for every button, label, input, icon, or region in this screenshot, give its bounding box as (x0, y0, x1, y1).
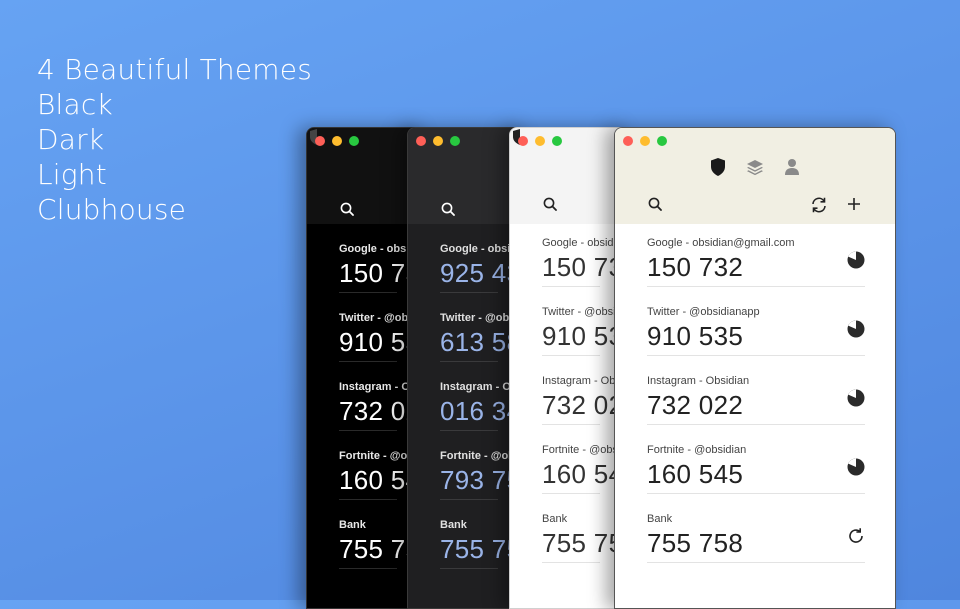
zoom-window-button[interactable] (552, 136, 562, 146)
account-label: Bank (440, 519, 467, 531)
token-entry[interactable]: Instagram - Ob 732 02 (339, 362, 420, 431)
account-label: Twitter - @obsidianapp (647, 306, 760, 318)
token-entry[interactable]: Instagram - Obs 732 02 (542, 356, 623, 425)
token-entry[interactable]: Twitter - @obsi 910 53 (339, 293, 420, 362)
otp-code: 732 022 (647, 390, 744, 420)
traffic-lights (518, 136, 562, 146)
token-entry[interactable]: Twitter - @obsi 910 53 (542, 287, 623, 356)
divider (647, 562, 865, 563)
zoom-window-button[interactable] (349, 136, 359, 146)
token-entry[interactable]: Bank 755 75 (339, 500, 420, 569)
zoom-window-button[interactable] (657, 136, 667, 146)
account-label: Google - obsidian@gmail.com (647, 237, 795, 249)
token-entry[interactable]: Google - obsidi 925 43 (440, 224, 521, 293)
headline-theme-black: Black (37, 88, 113, 121)
token-entry[interactable]: Twitter - @obsidianapp 910 535 (647, 287, 865, 356)
token-list: Google - obsidian@gmail.com 150 732 Twit… (615, 224, 895, 608)
otp-code: 160 54 (542, 459, 624, 489)
zoom-window-button[interactable] (450, 136, 460, 146)
account-label: Bank (542, 513, 568, 525)
minimize-window-button[interactable] (332, 136, 342, 146)
minimize-window-button[interactable] (433, 136, 443, 146)
search-icon[interactable] (543, 197, 557, 211)
refresh-icon[interactable] (847, 527, 865, 545)
search-icon[interactable] (340, 202, 354, 216)
otp-code: 160 545 (647, 459, 744, 489)
account-label: Twitter - @obsi (542, 306, 616, 318)
traffic-lights (315, 136, 359, 146)
account-label: Bank (647, 513, 673, 525)
token-entry[interactable]: Fortnite - @obsidian 160 545 (647, 425, 865, 494)
user-icon[interactable] (784, 158, 800, 176)
otp-code: 150 73 (542, 252, 624, 282)
shield-icon[interactable] (709, 157, 727, 177)
token-entry[interactable]: Google - obsidian@gmail.com 150 732 (647, 218, 865, 287)
account-label: Fortnite - @ob (440, 450, 515, 462)
headline-theme-dark: Dark (37, 123, 105, 156)
account-label: Fortnite - @ob (339, 450, 414, 462)
otp-code: 755 75 (542, 528, 624, 558)
otp-code: 910 53 (542, 321, 624, 351)
otp-code: 755 758 (647, 528, 744, 558)
headline-list: 4 Beautiful Themes Black Dark Light Club… (37, 52, 312, 227)
traffic-lights (623, 136, 667, 146)
token-entry[interactable]: Google - obsidia 150 73 (542, 218, 623, 287)
account-label: Twitter - @ob (440, 312, 510, 324)
close-window-button[interactable] (518, 136, 528, 146)
token-entry[interactable]: Bank 755 758 (647, 494, 865, 563)
otp-code: 910 535 (647, 321, 744, 351)
token-entry[interactable]: Twitter - @ob 613 58 (440, 293, 521, 362)
plus-icon[interactable] (846, 196, 862, 212)
close-window-button[interactable] (416, 136, 426, 146)
divider (339, 568, 397, 569)
account-label: Instagram - Ob (440, 381, 518, 393)
token-list: Google - obsidia 150 73 Twitter - @obsi 91… (510, 224, 630, 608)
minimize-window-button[interactable] (640, 136, 650, 146)
account-label: Google - obsidia (542, 237, 623, 249)
account-label: Instagram - Obs (542, 375, 621, 387)
account-label: Fortnite - @obsi (542, 444, 621, 456)
account-label: Bank (339, 519, 366, 531)
layers-icon[interactable] (746, 158, 764, 176)
token-entry[interactable]: Bank 755 75 (440, 500, 521, 569)
search-icon[interactable] (648, 197, 662, 211)
pie-timer-icon (847, 320, 865, 338)
traffic-lights (416, 136, 460, 146)
search-icon[interactable] (441, 202, 455, 216)
otp-code: 732 02 (542, 390, 624, 420)
close-window-button[interactable] (315, 136, 325, 146)
token-entry[interactable]: Fortnite - @ob 793 75 (440, 431, 521, 500)
divider (440, 568, 498, 569)
account-label: Instagram - Obsidian (647, 375, 750, 387)
token-entry[interactable]: Fortnite - @ob 160 54 (339, 431, 420, 500)
headline-title: 4 Beautiful Themes (37, 53, 312, 86)
account-label: Twitter - @obsi (339, 312, 418, 324)
divider (542, 562, 600, 563)
close-window-button[interactable] (623, 136, 633, 146)
account-label: Fortnite - @obsidian (647, 444, 747, 456)
toolbar (615, 128, 895, 224)
pie-timer-icon (847, 251, 865, 269)
otp-code: 150 732 (647, 252, 744, 282)
pie-timer-icon (847, 389, 865, 407)
toolbar (510, 128, 630, 224)
window-light-theme: Google - obsidia 150 73 Twitter - @obsi 91… (509, 127, 631, 609)
refresh-icon[interactable] (810, 196, 828, 214)
token-entry[interactable]: Instagram - Obsidian 732 022 (647, 356, 865, 425)
view-tabs (615, 157, 895, 177)
minimize-window-button[interactable] (535, 136, 545, 146)
token-entry[interactable]: Instagram - Ob 016 34 (440, 362, 521, 431)
token-entry[interactable]: Google - obsidi 150 73 (339, 224, 420, 293)
window-clubhouse-theme: Google - obsidian@gmail.com 150 732 Twit… (614, 127, 896, 609)
token-entry[interactable]: Bank 755 75 (542, 494, 623, 563)
pie-timer-icon (847, 458, 865, 476)
headline-theme-clubhouse: Clubhouse (37, 193, 187, 226)
token-entry[interactable]: Fortnite - @obsi 160 54 (542, 425, 623, 494)
headline-theme-light: Light (37, 158, 107, 191)
account-label: Instagram - Ob (339, 381, 417, 393)
